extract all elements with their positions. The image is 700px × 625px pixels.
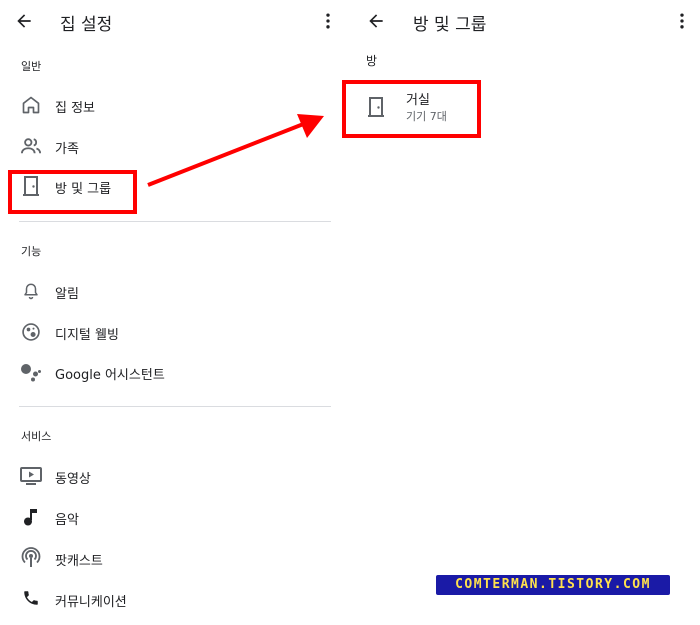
back-arrow-icon[interactable] bbox=[366, 11, 386, 31]
section-label-rooms: 방 bbox=[366, 54, 378, 68]
highlight-box-room bbox=[342, 80, 481, 138]
page-title: 방 및 그룹 bbox=[413, 15, 487, 35]
more-options-icon[interactable] bbox=[672, 11, 692, 31]
watermark: COMTERMAN.TISTORY.COM bbox=[436, 575, 670, 595]
